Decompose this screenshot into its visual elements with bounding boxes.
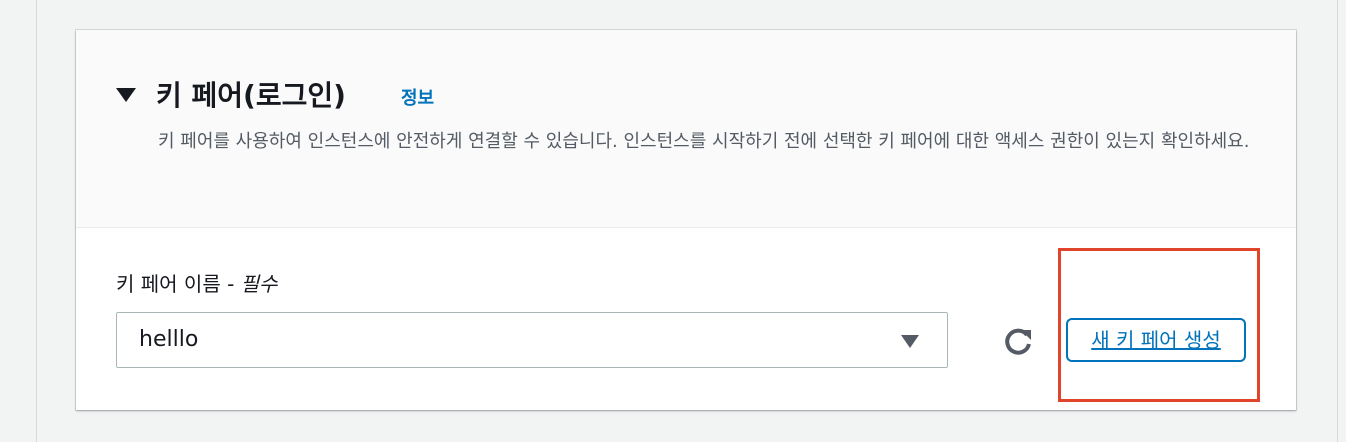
caret-down-icon xyxy=(901,335,919,348)
required-label: 필수 xyxy=(240,272,278,296)
refresh-icon[interactable] xyxy=(1000,324,1036,360)
key-pair-name-label-text: 키 페어 이름 - xyxy=(116,272,235,296)
section-description: 키 페어를 사용하여 인스턴스에 안전하게 연결할 수 있습니다. 인스턴스를 … xyxy=(158,131,1250,152)
section-title[interactable]: 키 페어(로그인) xyxy=(156,74,346,114)
key-pair-card-header: 키 페어(로그인) 정보 키 페어를 사용하여 인스턴스에 안전하게 연결할 수… xyxy=(76,30,1296,228)
page: 키 페어(로그인) 정보 키 페어를 사용하여 인스턴스에 안전하게 연결할 수… xyxy=(0,0,1346,442)
key-pair-select-value: helllo xyxy=(139,327,199,352)
key-pair-select[interactable]: helllo xyxy=(116,312,948,368)
create-new-key-pair-link[interactable]: 새 키 페어 생성 xyxy=(1066,318,1246,362)
collapse-caret-icon[interactable] xyxy=(116,88,136,102)
key-pair-name-label: 키 페어 이름 - 필수 xyxy=(116,268,277,297)
info-link[interactable]: 정보 xyxy=(401,84,434,110)
key-pair-card: 키 페어(로그인) 정보 키 페어를 사용하여 인스턴스에 안전하게 연결할 수… xyxy=(76,30,1296,410)
